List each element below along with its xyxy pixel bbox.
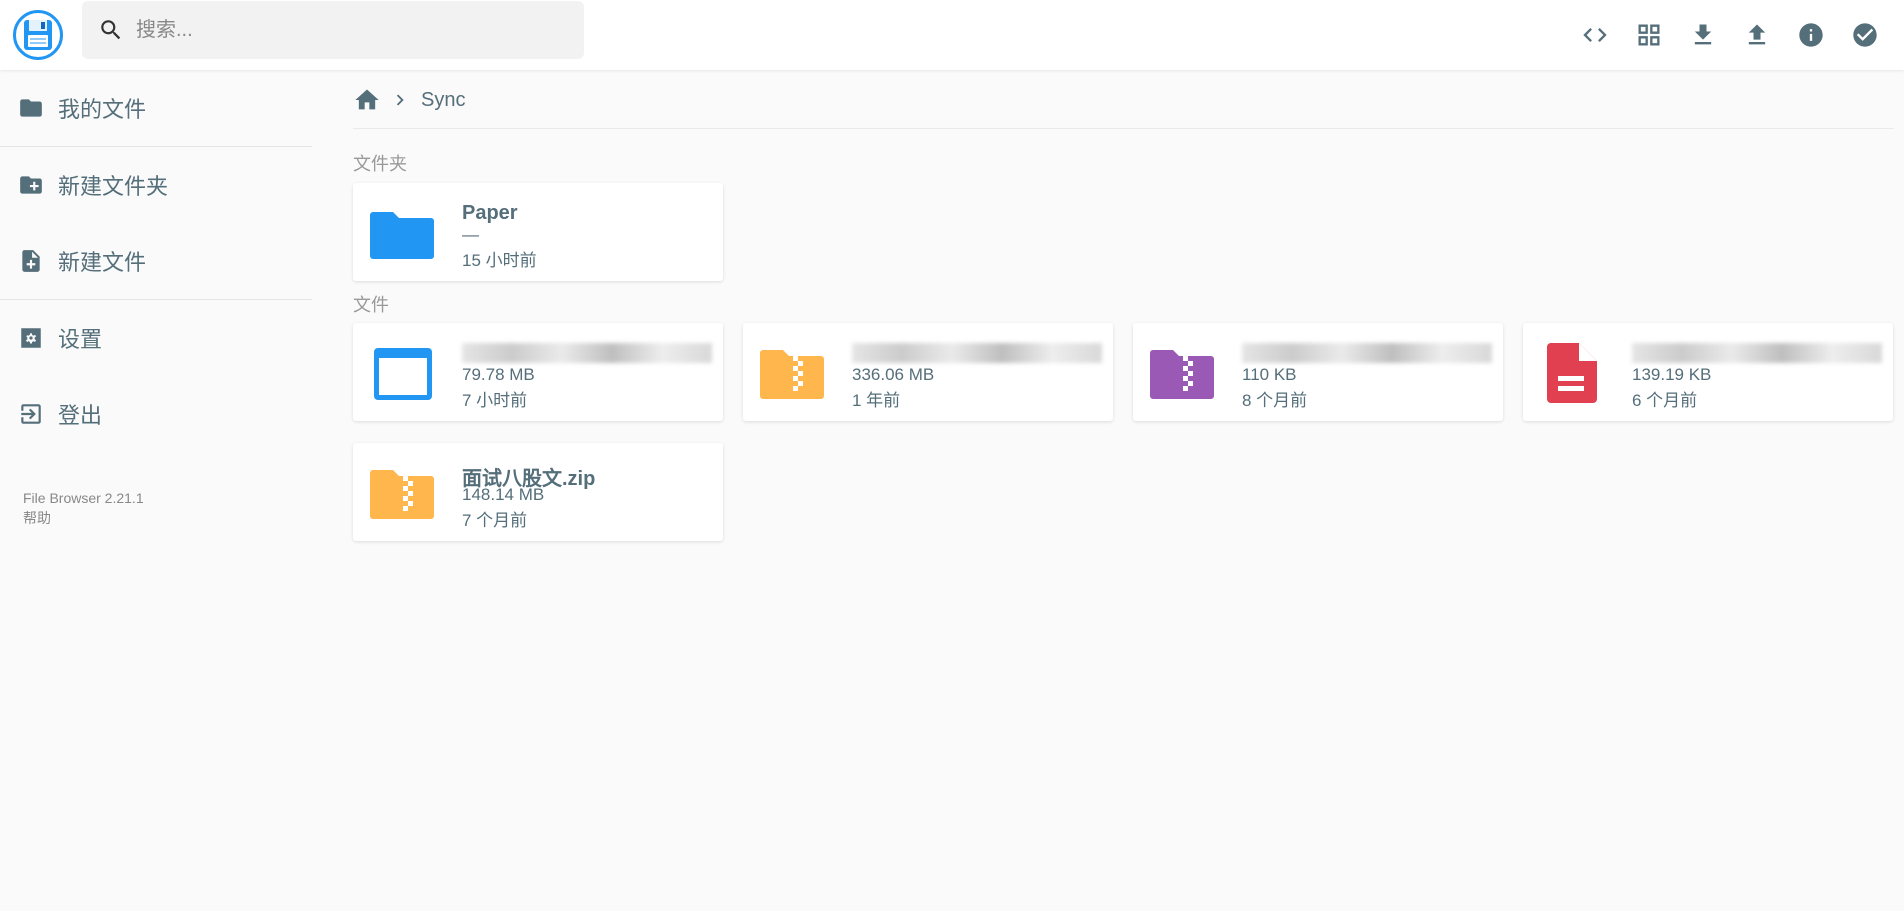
file-card[interactable]: 面试八股文.zip 148.14 MB 7 个月前 xyxy=(353,443,723,541)
breadcrumb-current[interactable]: Sync xyxy=(421,89,465,112)
new-file-icon xyxy=(22,250,40,272)
file-size: 110 KB xyxy=(1242,365,1297,384)
file-modified: 7 个月前 xyxy=(462,511,528,530)
header-actions xyxy=(1568,10,1892,60)
sidebar-item-new-folder[interactable]: 新建文件夹 xyxy=(0,147,312,223)
search-input[interactable] xyxy=(136,18,556,42)
file-modified: 6 个月前 xyxy=(1632,391,1698,410)
file-modified: 8 个月前 xyxy=(1242,391,1308,410)
version-label: File Browser 2.21.1 xyxy=(23,490,144,506)
sidebar-item-label: 我的文件 xyxy=(58,97,147,122)
file-modified: 1 年前 xyxy=(852,391,901,410)
download-button[interactable] xyxy=(1676,10,1730,60)
grid-view-icon xyxy=(1638,24,1660,46)
file-size: 79.78 MB xyxy=(462,365,535,384)
folder-size: — xyxy=(462,225,479,244)
settings-icon xyxy=(21,328,41,348)
folder-icon xyxy=(20,99,42,117)
new-folder-icon xyxy=(20,176,42,194)
file-card[interactable]: 79.78 MB 7 小时前 xyxy=(353,323,723,421)
document-icon xyxy=(1547,343,1597,403)
search-bar[interactable] xyxy=(82,1,584,59)
help-link[interactable]: 帮助 xyxy=(23,508,144,528)
upload-button[interactable] xyxy=(1730,10,1784,60)
folder-name: Paper xyxy=(462,202,518,224)
sidebar-item-my-files[interactable]: 我的文件 xyxy=(0,70,312,146)
executable-icon xyxy=(374,348,432,400)
folders-section-title: 文件夹 xyxy=(353,154,407,174)
file-modified: 7 小时前 xyxy=(462,391,528,410)
sidebar-item-label: 设置 xyxy=(58,327,103,352)
sidebar-item-label: 新建文件 xyxy=(58,250,147,275)
sidebar-item-label: 登出 xyxy=(58,403,103,428)
blurred-file-name xyxy=(852,343,1102,363)
logout-icon xyxy=(21,404,41,424)
archive-icon xyxy=(370,470,434,519)
folder-modified: 15 小时前 xyxy=(462,251,537,270)
file-size: 148.14 MB xyxy=(462,485,545,504)
sidebar-item-label: 新建文件夹 xyxy=(58,174,169,199)
file-size: 139.19 KB xyxy=(1632,365,1712,384)
app-logo-icon[interactable] xyxy=(13,10,63,60)
sidebar-item-logout[interactable]: 登出 xyxy=(0,376,312,452)
folder-card-paper[interactable]: Paper — 15 小时前 xyxy=(353,183,723,281)
blurred-file-name xyxy=(1632,343,1882,363)
breadcrumb-divider xyxy=(353,128,1894,129)
folder-icon xyxy=(370,212,434,259)
blurred-file-name xyxy=(462,343,712,363)
switch-view-button[interactable] xyxy=(1622,10,1676,60)
file-size: 336.06 MB xyxy=(852,365,935,384)
archive-icon xyxy=(1150,350,1214,399)
select-multiple-button[interactable] xyxy=(1838,10,1892,60)
sidebar: 我的文件 新建文件夹 新建文件 设置 登出 xyxy=(0,70,312,452)
file-card[interactable]: 139.19 KB 6 个月前 xyxy=(1523,323,1893,421)
home-icon[interactable] xyxy=(353,86,381,114)
search-icon xyxy=(101,20,121,40)
blurred-file-name xyxy=(1242,343,1492,363)
file-card[interactable]: 336.06 MB 1 年前 xyxy=(743,323,1113,421)
archive-icon xyxy=(760,350,824,399)
files-section-title: 文件 xyxy=(353,295,389,315)
sidebar-item-new-file[interactable]: 新建文件 xyxy=(0,223,312,299)
download-icon xyxy=(1694,24,1712,45)
sidebar-item-settings[interactable]: 设置 xyxy=(0,300,312,376)
toggle-editor-button[interactable] xyxy=(1568,10,1622,60)
chevron-right-icon xyxy=(396,94,404,106)
upload-icon xyxy=(1748,24,1766,45)
top-bar xyxy=(0,0,1904,70)
file-card[interactable]: 110 KB 8 个月前 xyxy=(1133,323,1503,421)
select-check-icon xyxy=(1853,23,1877,47)
credits: File Browser 2.21.1 帮助 xyxy=(23,488,144,528)
info-icon xyxy=(1799,23,1823,47)
breadcrumb: Sync xyxy=(353,84,465,116)
info-button[interactable] xyxy=(1784,10,1838,60)
code-icon xyxy=(1583,28,1607,42)
